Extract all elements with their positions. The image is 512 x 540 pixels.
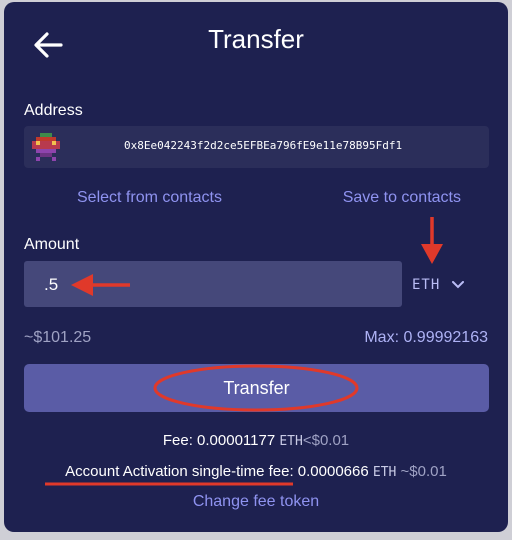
change-fee-token-link[interactable]: Change fee token xyxy=(4,493,508,511)
activation-fee-usd: ~$0.01 xyxy=(400,463,447,480)
activation-fee-line: Account Activation single-time fee: 0.00… xyxy=(4,463,508,480)
usd-estimate: ~$101.25 xyxy=(24,329,92,346)
fee-usd: <$0.01 xyxy=(302,432,350,449)
fee-label: Fee: 0.00001177 xyxy=(162,432,276,449)
max-amount-button[interactable]: Max: 0.99992163 xyxy=(364,329,488,347)
activation-fee-token: ETH xyxy=(372,465,397,480)
pixel-avatar-icon xyxy=(32,133,60,161)
fee-token: ETH xyxy=(279,434,303,449)
token-label: ETH xyxy=(412,277,441,293)
address-label: Address xyxy=(24,102,83,119)
amount-input[interactable]: .5 xyxy=(24,261,402,307)
fee-line: Fee: 0.00001177 ETH<$0.01 xyxy=(4,432,508,449)
activation-fee-label: Account Activation single-time fee: xyxy=(65,463,294,480)
address-field[interactable]: 0x8Ee042243f2d2ce5EFBEa796fE9e11e78B95Fd… xyxy=(24,126,489,168)
amount-value: .5 xyxy=(44,275,59,294)
chevron-down-icon xyxy=(452,281,465,289)
transfer-panel: Transfer Address 0x8Ee042243f2d2ce5EFBEa… xyxy=(4,2,508,532)
amount-label: Amount xyxy=(24,236,80,253)
page-title: Transfer xyxy=(208,24,304,54)
select-from-contacts-link[interactable]: Select from contacts xyxy=(77,189,222,207)
token-select[interactable]: ETH xyxy=(412,268,482,302)
address-value: 0x8Ee042243f2d2ce5EFBEa796fE9e11e78B95Fd… xyxy=(124,139,403,152)
save-to-contacts-link[interactable]: Save to contacts xyxy=(343,189,461,207)
transfer-button[interactable]: Transfer xyxy=(24,364,489,412)
activation-fee-value: 0.0000666 xyxy=(297,463,369,480)
